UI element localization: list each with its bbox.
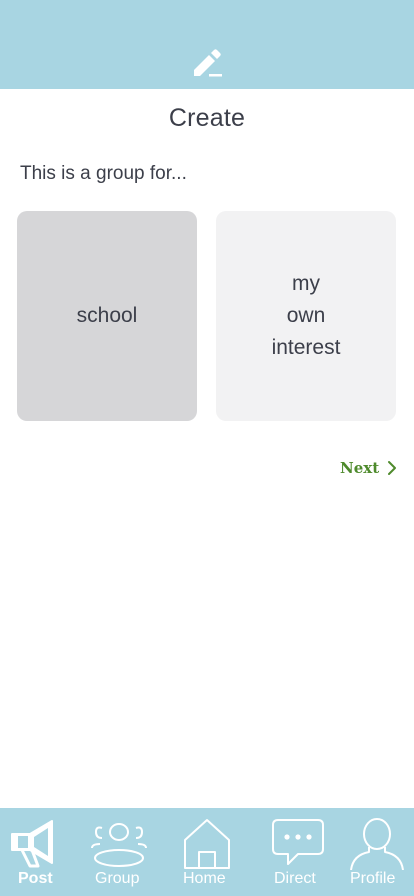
choice-own-interest-label: my own interest [261,268,351,364]
nav-label-direct: Direct [274,870,316,887]
group-purpose-prompt: This is a group for... [20,163,187,184]
choice-school-label: school [76,304,138,327]
top-bar [0,0,414,89]
chevron-right-icon [388,461,397,475]
group-icon [91,823,147,867]
nav-item-group[interactable]: Group [86,808,152,896]
nav-item-home[interactable]: Home [170,808,244,896]
edit-icon[interactable] [189,44,225,80]
home-icon [184,819,230,869]
choice-school-card[interactable]: school [17,211,197,421]
bottom-nav: Post Group Home Direct Profile [0,808,414,896]
profile-icon [350,818,404,870]
nav-item-profile[interactable]: Profile [344,808,410,896]
nav-label-group: Group [95,870,140,887]
next-button[interactable]: Next [340,459,397,477]
nav-label-post: Post [18,870,53,887]
chat-bubble-icon [272,819,324,865]
choice-own-interest-line-2: own [286,304,326,327]
megaphone-icon [11,820,53,868]
nav-label-home: Home [183,870,226,887]
next-label: Next [340,459,380,477]
create-group-screen: Create This is a group for... school my … [0,0,414,896]
choice-own-interest-line-1: my [292,272,320,295]
nav-item-direct[interactable]: Direct [266,808,330,896]
choice-own-interest-card[interactable]: my own interest [216,211,396,421]
nav-item-post[interactable]: Post [0,808,72,896]
nav-label-profile: Profile [350,870,396,887]
choice-own-interest-line-3: interest [271,336,341,359]
page-title: Create [168,104,246,132]
